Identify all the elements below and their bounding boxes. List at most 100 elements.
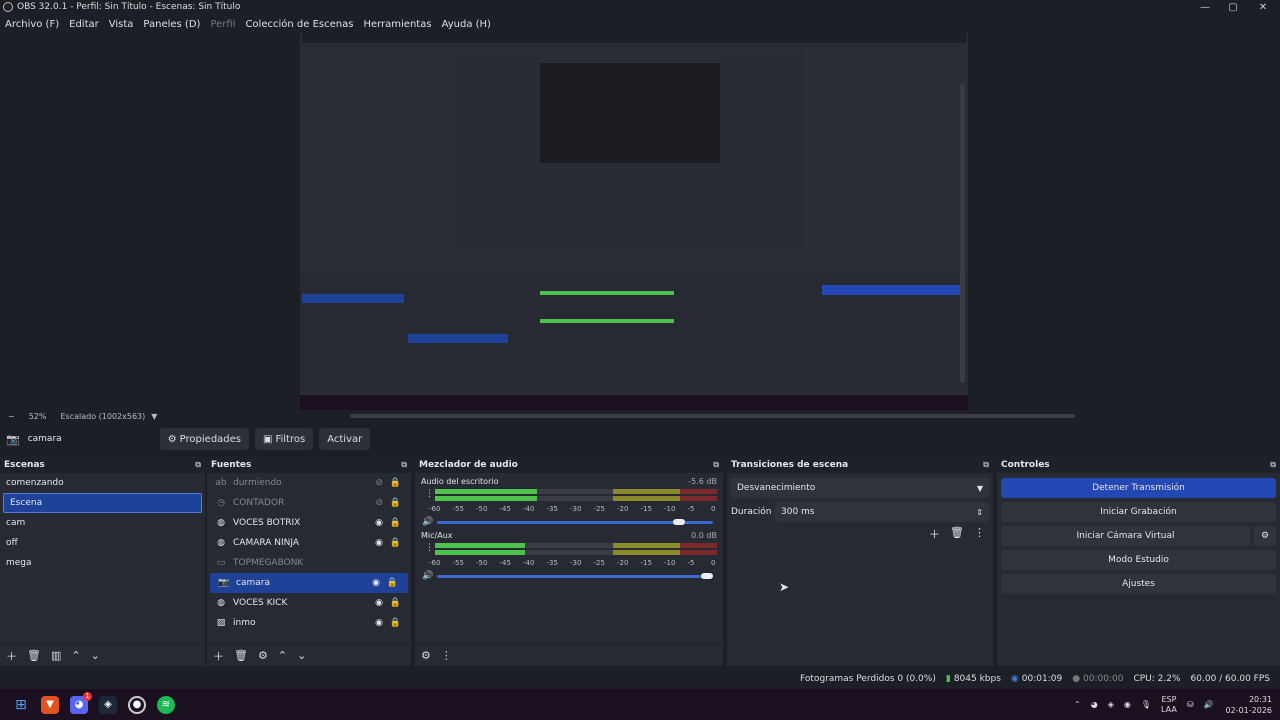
undock-icon[interactable]: ⧉ bbox=[401, 460, 407, 470]
move-up-icon[interactable]: ⌃ bbox=[71, 649, 80, 662]
remove-scene-icon[interactable]: 🗑 bbox=[27, 649, 41, 662]
add-source-icon[interactable]: ＋ bbox=[213, 648, 224, 664]
close-button[interactable]: ✕ bbox=[1248, 0, 1278, 14]
source-item[interactable]: ▨ inmo ◉ 🔒 bbox=[207, 613, 411, 633]
speaker-icon[interactable]: 🔊 bbox=[422, 571, 433, 581]
channel-menu-icon[interactable]: ⋮ bbox=[425, 489, 434, 499]
vcam-settings-gear-icon[interactable]: ⚙ bbox=[1254, 526, 1276, 546]
properties-button[interactable]: ⚙ Propiedades bbox=[159, 428, 249, 450]
undock-icon[interactable]: ⧉ bbox=[1270, 460, 1276, 470]
move-down-icon[interactable]: ⌄ bbox=[91, 649, 100, 662]
preview-vertical-scrollbar[interactable] bbox=[960, 83, 965, 383]
zoom-out-button[interactable]: − bbox=[8, 412, 15, 421]
menu-scene-collection[interactable]: Colección de Escenas bbox=[245, 19, 353, 30]
volume-slider[interactable] bbox=[437, 573, 713, 579]
eye-icon[interactable]: ◉ bbox=[372, 578, 380, 588]
transition-select[interactable]: Desvanecimiento ▼ bbox=[731, 478, 989, 498]
lock-icon[interactable]: 🔒 bbox=[390, 618, 401, 628]
start-recording-button[interactable]: Iniciar Grabación bbox=[1001, 502, 1276, 522]
speaker-icon[interactable]: 🔊 bbox=[422, 517, 433, 527]
obs-tray-icon[interactable]: ◉ bbox=[1124, 700, 1131, 709]
advanced-audio-icon[interactable]: ⚙ bbox=[421, 649, 431, 662]
vcam-row: Iniciar Cámara Virtual ⚙ bbox=[1001, 526, 1276, 546]
add-transition-icon[interactable]: ＋ bbox=[929, 526, 940, 542]
duration-input[interactable]: 300 ms ⇕ bbox=[775, 502, 989, 522]
source-item[interactable]: ◍ VOCES KICK ◉ 🔒 bbox=[207, 593, 411, 613]
source-item[interactable]: ab durmiendo ⊘ 🔒 bbox=[207, 473, 411, 493]
add-scene-icon[interactable]: ＋ bbox=[6, 648, 17, 664]
maximize-button[interactable]: ▢ bbox=[1218, 0, 1248, 14]
obs-taskbar-icon[interactable]: ● bbox=[128, 695, 146, 714]
menu-profile[interactable]: Perfil bbox=[210, 19, 235, 30]
scene-item-selected[interactable]: Escena bbox=[3, 493, 202, 513]
lock-icon[interactable]: 🔒 bbox=[390, 598, 401, 608]
menu-file[interactable]: Archivo (F) bbox=[5, 19, 59, 30]
language-indicator[interactable]: ESP LAA bbox=[1161, 695, 1177, 715]
remove-transition-icon[interactable]: 🗑 bbox=[950, 526, 964, 542]
lock-icon[interactable]: 🔒 bbox=[390, 498, 401, 508]
source-properties-icon[interactable]: ⚙ bbox=[258, 649, 268, 662]
source-item[interactable]: ◷ CONTADOR ⊘ 🔒 bbox=[207, 493, 411, 513]
channel-menu-icon[interactable]: ⋮ bbox=[425, 543, 434, 553]
scene-item[interactable]: off bbox=[0, 533, 205, 553]
scene-item[interactable]: cam bbox=[0, 513, 205, 533]
scene-filters-icon[interactable]: ▥ bbox=[51, 649, 61, 662]
source-item[interactable]: ◍ VOCES BOTRIX ◉ 🔒 bbox=[207, 513, 411, 533]
discord-tray-icon[interactable]: ◕ bbox=[1091, 700, 1098, 709]
menu-tools[interactable]: Herramientas bbox=[363, 19, 431, 30]
scene-item[interactable]: comenzando bbox=[0, 473, 205, 493]
menu-edit[interactable]: Editar bbox=[69, 19, 99, 30]
transition-menu-icon[interactable]: ⋮ bbox=[974, 526, 985, 542]
stop-streaming-button[interactable]: Detener Transmisión bbox=[1001, 478, 1276, 498]
volume-icon[interactable]: 🔊 bbox=[1204, 700, 1214, 709]
eye-icon[interactable]: ◉ bbox=[375, 598, 383, 608]
clock-icon: ◷ bbox=[217, 498, 225, 508]
menu-help[interactable]: Ayuda (H) bbox=[442, 19, 491, 30]
lock-icon[interactable]: 🔒 bbox=[390, 478, 401, 488]
scene-item[interactable]: mega bbox=[0, 553, 205, 573]
preview-canvas[interactable] bbox=[300, 33, 968, 410]
eye-icon[interactable]: ◉ bbox=[375, 618, 383, 628]
menu-view[interactable]: Vista bbox=[109, 19, 134, 30]
eye-icon[interactable]: ◉ bbox=[375, 538, 383, 548]
network-icon[interactable]: ⛁ bbox=[1187, 700, 1194, 709]
lock-icon[interactable]: 🔒 bbox=[387, 578, 398, 588]
spin-icon[interactable]: ⇕ bbox=[976, 508, 983, 517]
tray-overflow-icon[interactable]: ⌃ bbox=[1074, 700, 1081, 709]
settings-button[interactable]: Ajustes bbox=[1001, 574, 1276, 594]
eye-icon[interactable]: ◉ bbox=[375, 518, 383, 528]
move-up-icon[interactable]: ⌃ bbox=[278, 649, 287, 662]
source-item-selected[interactable]: 📷 camara ◉ 🔒 bbox=[210, 573, 408, 593]
menu-docks[interactable]: Paneles (D) bbox=[143, 19, 200, 30]
activate-button[interactable]: Activar bbox=[319, 428, 371, 450]
mixer-menu-icon[interactable]: ⋮ bbox=[441, 649, 452, 662]
steam-icon[interactable]: ◈ bbox=[99, 695, 117, 714]
studio-mode-button[interactable]: Modo Estudio bbox=[1001, 550, 1276, 570]
microphone-icon[interactable]: 🎙 bbox=[1141, 700, 1151, 709]
undock-icon[interactable]: ⧉ bbox=[713, 460, 719, 470]
minimize-button[interactable]: — bbox=[1190, 0, 1220, 14]
windows-start-icon[interactable]: ⊞ bbox=[12, 696, 30, 714]
scale-dropdown-icon[interactable]: ▼ bbox=[151, 412, 157, 421]
lock-icon[interactable]: 🔒 bbox=[390, 518, 401, 528]
hidden-eye-icon[interactable]: ⊘ bbox=[375, 498, 383, 508]
scale-tick-label: 0 bbox=[711, 505, 716, 513]
source-item[interactable]: ▭ TOPMEGABONK bbox=[207, 553, 411, 573]
filters-button[interactable]: ▣ Filtros bbox=[255, 428, 314, 450]
steam-tray-icon[interactable]: ◈ bbox=[1108, 700, 1114, 709]
spotify-icon[interactable]: ≋ bbox=[157, 695, 175, 714]
clock[interactable]: 20:31 02-01-2026 bbox=[1226, 694, 1273, 716]
preview-horizontal-scrollbar[interactable] bbox=[350, 414, 1075, 418]
undock-icon[interactable]: ⧉ bbox=[195, 460, 201, 470]
discord-icon[interactable]: ◕ 1 bbox=[70, 691, 92, 714]
start-virtual-camera-button[interactable]: Iniciar Cámara Virtual bbox=[1001, 526, 1250, 546]
mixer-channel-desktop: Audio del escritorio -5.6 dB ⋮ -60 -55 -50… bbox=[415, 473, 723, 527]
volume-slider[interactable] bbox=[437, 519, 713, 525]
source-item[interactable]: ◍ CAMARA NINJA ◉ 🔒 bbox=[207, 533, 411, 553]
brave-icon[interactable]: ▼ bbox=[41, 695, 59, 714]
move-down-icon[interactable]: ⌄ bbox=[297, 649, 306, 662]
undock-icon[interactable]: ⧉ bbox=[983, 460, 989, 470]
lock-icon[interactable]: 🔒 bbox=[390, 538, 401, 548]
hidden-eye-icon[interactable]: ⊘ bbox=[375, 478, 383, 488]
remove-source-icon[interactable]: 🗑 bbox=[234, 649, 248, 662]
